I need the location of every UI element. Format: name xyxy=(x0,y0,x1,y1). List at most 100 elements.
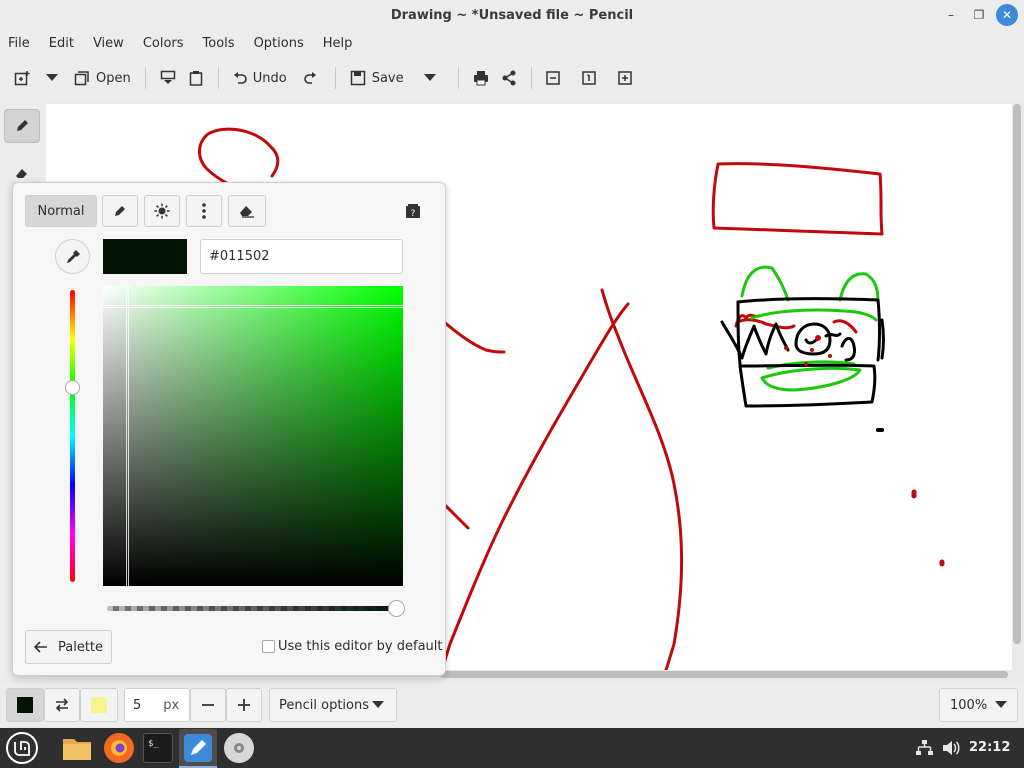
size-field[interactable]: 5 px xyxy=(124,688,190,722)
highlighter-icon xyxy=(115,206,125,216)
zoom-out-icon xyxy=(545,71,560,85)
hue-slider[interactable] xyxy=(70,290,75,582)
mode-normal-button[interactable]: Normal xyxy=(25,195,97,227)
taskbar-drawing-active[interactable] xyxy=(179,729,217,768)
swap-icon xyxy=(55,698,69,712)
zoom-in-button[interactable] xyxy=(612,62,638,94)
zoom-select[interactable]: 100% xyxy=(939,688,1018,722)
minus-icon xyxy=(202,704,214,706)
taskbar-terminal[interactable]: $_ xyxy=(143,733,173,763)
save-button[interactable]: Save xyxy=(344,62,410,94)
share-button[interactable] xyxy=(495,62,523,94)
color-picker-button[interactable] xyxy=(55,239,90,274)
default-editor-checkbox[interactable] xyxy=(262,640,275,653)
save-label: Save xyxy=(371,70,404,86)
open-button[interactable]: Open xyxy=(68,62,137,94)
alpha-slider-handle[interactable] xyxy=(388,600,405,617)
horizontal-scrollbar[interactable] xyxy=(440,671,1008,678)
menu-tools[interactable]: Tools xyxy=(203,36,235,51)
hex-color-input[interactable]: #011502 xyxy=(200,239,403,274)
help-icon[interactable]: ? xyxy=(405,203,421,223)
alpha-slider-gradient xyxy=(107,606,399,611)
mode-more-button[interactable] xyxy=(186,195,222,227)
menu-colors[interactable]: Colors xyxy=(143,36,184,51)
save-icon xyxy=(350,70,365,86)
menu-options[interactable]: Options xyxy=(254,36,304,51)
tool-pencil[interactable] xyxy=(4,109,40,143)
clock[interactable]: 22:12 xyxy=(969,740,1010,755)
palette-label: Palette xyxy=(57,639,104,655)
undo-button[interactable]: Undo xyxy=(227,62,293,94)
toolbar-separator xyxy=(217,67,219,89)
share-icon xyxy=(502,70,516,86)
plus-icon xyxy=(238,699,250,711)
mode-highlight-button[interactable] xyxy=(102,195,138,227)
mint-logo-icon xyxy=(14,741,30,756)
eyedropper-icon xyxy=(66,249,80,263)
zoom-out-button[interactable] xyxy=(540,62,566,94)
import-icon xyxy=(160,70,175,84)
menu-view[interactable]: View xyxy=(93,36,124,51)
toolbar-separator xyxy=(334,67,336,89)
redo-icon xyxy=(303,72,316,84)
new-dropdown-button[interactable] xyxy=(36,62,68,94)
maximize-button[interactable]: ❐ xyxy=(968,4,990,26)
mode-lighten-button[interactable] xyxy=(144,195,180,227)
minimize-button[interactable]: – xyxy=(940,4,962,26)
network-icon[interactable] xyxy=(916,740,933,760)
volume-icon[interactable] xyxy=(942,740,960,760)
chevron-down-icon xyxy=(995,701,1007,708)
zoom-value: 100% xyxy=(950,697,988,713)
eraser-icon xyxy=(16,169,27,178)
taskbar-firefox[interactable] xyxy=(104,733,134,763)
new-image-button[interactable] xyxy=(8,62,36,94)
zoom-original-button[interactable] xyxy=(576,62,602,94)
mode-eraser-button[interactable] xyxy=(228,195,266,227)
hue-slider-handle[interactable] xyxy=(65,380,80,395)
size-unit: px xyxy=(163,697,180,713)
sun-icon xyxy=(154,203,170,219)
menu-help[interactable]: Help xyxy=(323,36,353,51)
undo-label: Undo xyxy=(252,70,287,86)
palette-button[interactable]: Palette xyxy=(25,630,112,664)
svg-text:?: ? xyxy=(411,209,416,219)
arrow-left-icon xyxy=(33,641,47,653)
save-dropdown-button[interactable] xyxy=(410,62,450,94)
folder-icon xyxy=(63,739,91,760)
import-button[interactable] xyxy=(154,62,182,94)
exchange-colors-button[interactable] xyxy=(44,688,80,722)
menu-edit[interactable]: Edit xyxy=(49,36,74,51)
start-menu-button[interactable] xyxy=(6,732,38,764)
taskbar-files[interactable] xyxy=(62,733,92,763)
hex-value: #011502 xyxy=(209,249,270,264)
main-toolbar: Open Undo Save xyxy=(0,56,1024,100)
chevron-down-icon xyxy=(423,74,436,81)
taskbar-disc[interactable] xyxy=(224,733,254,763)
taskbar: $_ 22:12 xyxy=(0,728,1024,768)
vertical-scrollbar[interactable] xyxy=(1013,104,1021,644)
saturation-value-area[interactable] xyxy=(103,286,403,586)
secondary-color-button[interactable] xyxy=(80,688,118,722)
size-increase-button[interactable] xyxy=(226,688,262,722)
print-button[interactable] xyxy=(467,62,495,94)
tool-options-button[interactable]: Pencil options xyxy=(269,688,397,722)
pencil-icon xyxy=(17,120,28,131)
chevron-down-icon xyxy=(372,701,384,708)
svg-text:$_: $_ xyxy=(148,739,159,749)
firefox-icon xyxy=(111,740,127,756)
default-editor-label[interactable]: Use this editor by default xyxy=(278,639,442,654)
disc-icon xyxy=(234,743,244,753)
mode-normal-label: Normal xyxy=(37,203,85,219)
open-icon xyxy=(74,71,89,86)
clipboard-button[interactable] xyxy=(182,62,210,94)
redo-button[interactable] xyxy=(293,62,327,94)
print-icon xyxy=(473,71,488,86)
close-button[interactable]: ✕ xyxy=(996,4,1018,26)
crosshair-horizontal xyxy=(103,305,403,308)
size-decrease-button[interactable] xyxy=(190,688,226,722)
menu-file[interactable]: File xyxy=(8,36,30,51)
primary-color-button[interactable] xyxy=(6,688,44,722)
window-title: Drawing ~ *Unsaved file ~ Pencil xyxy=(390,7,634,23)
crosshair-vertical xyxy=(126,286,129,586)
drawing-app-icon xyxy=(184,733,212,762)
